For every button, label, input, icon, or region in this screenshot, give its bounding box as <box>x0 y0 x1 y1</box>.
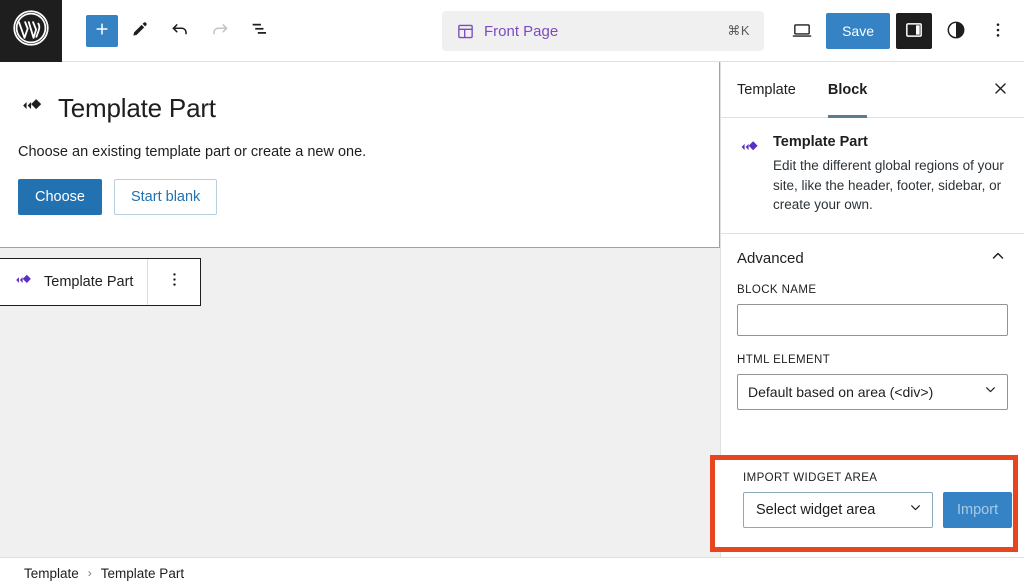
command-bar[interactable]: Front Page ⌘K <box>442 11 764 51</box>
start-blank-button[interactable]: Start blank <box>114 179 217 215</box>
block-card: Template Part Edit the different global … <box>721 118 1024 234</box>
html-element-label: HTML ELEMENT <box>737 354 1008 366</box>
edit-pencil-icon <box>130 19 150 42</box>
tab-block[interactable]: Block <box>812 62 884 117</box>
block-name-field-group: BLOCK NAME <box>721 284 1024 354</box>
template-layout-icon <box>456 22 475 41</box>
block-toolbar: Template Part <box>0 258 201 306</box>
wordpress-logo-icon <box>12 9 50 52</box>
import-button[interactable]: Import <box>943 492 1012 528</box>
breadcrumb: Template › Template Part <box>0 557 1024 588</box>
settings-sidebar-icon <box>904 20 924 43</box>
toolbar-left-group <box>62 13 278 49</box>
redo-icon-button[interactable] <box>202 13 238 49</box>
close-sidebar-button[interactable] <box>976 62 1024 117</box>
placeholder-heading-row: Template Part <box>18 92 701 124</box>
template-part-icon <box>12 269 34 295</box>
selected-block-container[interactable]: Template Part Choose an existing templat… <box>0 62 720 248</box>
html-element-select[interactable]: Default based on area (<div>) <box>737 374 1008 410</box>
template-part-icon <box>18 92 45 124</box>
widget-area-select[interactable]: Select widget area <box>743 492 933 528</box>
command-bar-label: Front Page <box>484 23 558 40</box>
sidebar-tabs: Template Block <box>721 62 1024 118</box>
toolbar-right-group: Save <box>784 0 1016 62</box>
desktop-preview-icon <box>791 19 813 44</box>
block-type-button[interactable]: Template Part <box>0 259 147 305</box>
block-options-button[interactable] <box>148 259 200 305</box>
placeholder-actions: Choose Start blank <box>18 179 701 215</box>
undo-icon-button[interactable] <box>162 13 198 49</box>
more-vertical-icon <box>165 270 184 294</box>
block-name-label: BLOCK NAME <box>737 284 1008 296</box>
close-icon <box>992 80 1009 100</box>
styles-contrast-icon <box>945 19 967 44</box>
advanced-section-header[interactable]: Advanced <box>721 234 1024 284</box>
breadcrumb-item-template-part[interactable]: Template Part <box>101 566 184 581</box>
styles-contrast-icon-button[interactable] <box>938 13 974 49</box>
add-block-button[interactable] <box>86 15 118 47</box>
import-widget-area-highlight: IMPORT WIDGET AREA Select widget area Im… <box>710 455 1018 552</box>
editor-canvas: Template Part Choose an existing templat… <box>0 62 720 557</box>
template-part-icon <box>737 135 761 215</box>
placeholder-description: Choose an existing template part or crea… <box>18 144 701 160</box>
block-card-text: Template Part Edit the different global … <box>773 134 1008 215</box>
chevron-up-icon <box>988 246 1008 271</box>
block-name-input[interactable] <box>737 304 1008 336</box>
html-element-field-group: HTML ELEMENT Default based on area (<div… <box>721 354 1024 428</box>
undo-icon <box>169 18 191 43</box>
command-bar-shortcut: ⌘K <box>727 23 750 39</box>
breadcrumb-separator: › <box>88 566 92 580</box>
import-widget-area-row: Select widget area Import <box>743 492 1013 528</box>
breadcrumb-item-template[interactable]: Template <box>24 566 79 581</box>
save-button[interactable]: Save <box>826 13 890 49</box>
site-editor-app: Front Page ⌘K Save <box>0 0 1024 588</box>
list-view-icon <box>249 18 271 43</box>
plus-icon <box>93 20 111 41</box>
template-part-placeholder: Template Part Choose an existing templat… <box>0 62 719 215</box>
edit-pencil-icon-button[interactable] <box>122 13 158 49</box>
redo-icon <box>209 18 231 43</box>
block-card-title: Template Part <box>773 134 1008 150</box>
desktop-preview-icon-button[interactable] <box>784 13 820 49</box>
top-toolbar: Front Page ⌘K Save <box>0 0 1024 62</box>
html-element-select-wrap: Default based on area (<div>) <box>737 374 1008 410</box>
choose-button[interactable]: Choose <box>18 179 102 215</box>
placeholder-title: Template Part <box>58 93 216 124</box>
widget-area-select-wrap: Select widget area <box>743 492 933 528</box>
import-widget-area-label: IMPORT WIDGET AREA <box>743 472 1013 484</box>
list-view-icon-button[interactable] <box>242 13 278 49</box>
import-widget-area-group: IMPORT WIDGET AREA Select widget area Im… <box>715 460 1013 528</box>
block-card-description: Edit the different global regions of you… <box>773 156 1008 215</box>
advanced-section-title: Advanced <box>737 250 804 267</box>
block-toolbar-label: Template Part <box>44 274 133 290</box>
settings-sidebar-toggle-button[interactable] <box>896 13 932 49</box>
more-options-icon-button[interactable] <box>980 13 1016 49</box>
wordpress-logo-button[interactable] <box>0 0 62 62</box>
more-vertical-icon <box>988 20 1008 43</box>
tab-template[interactable]: Template <box>721 62 812 117</box>
